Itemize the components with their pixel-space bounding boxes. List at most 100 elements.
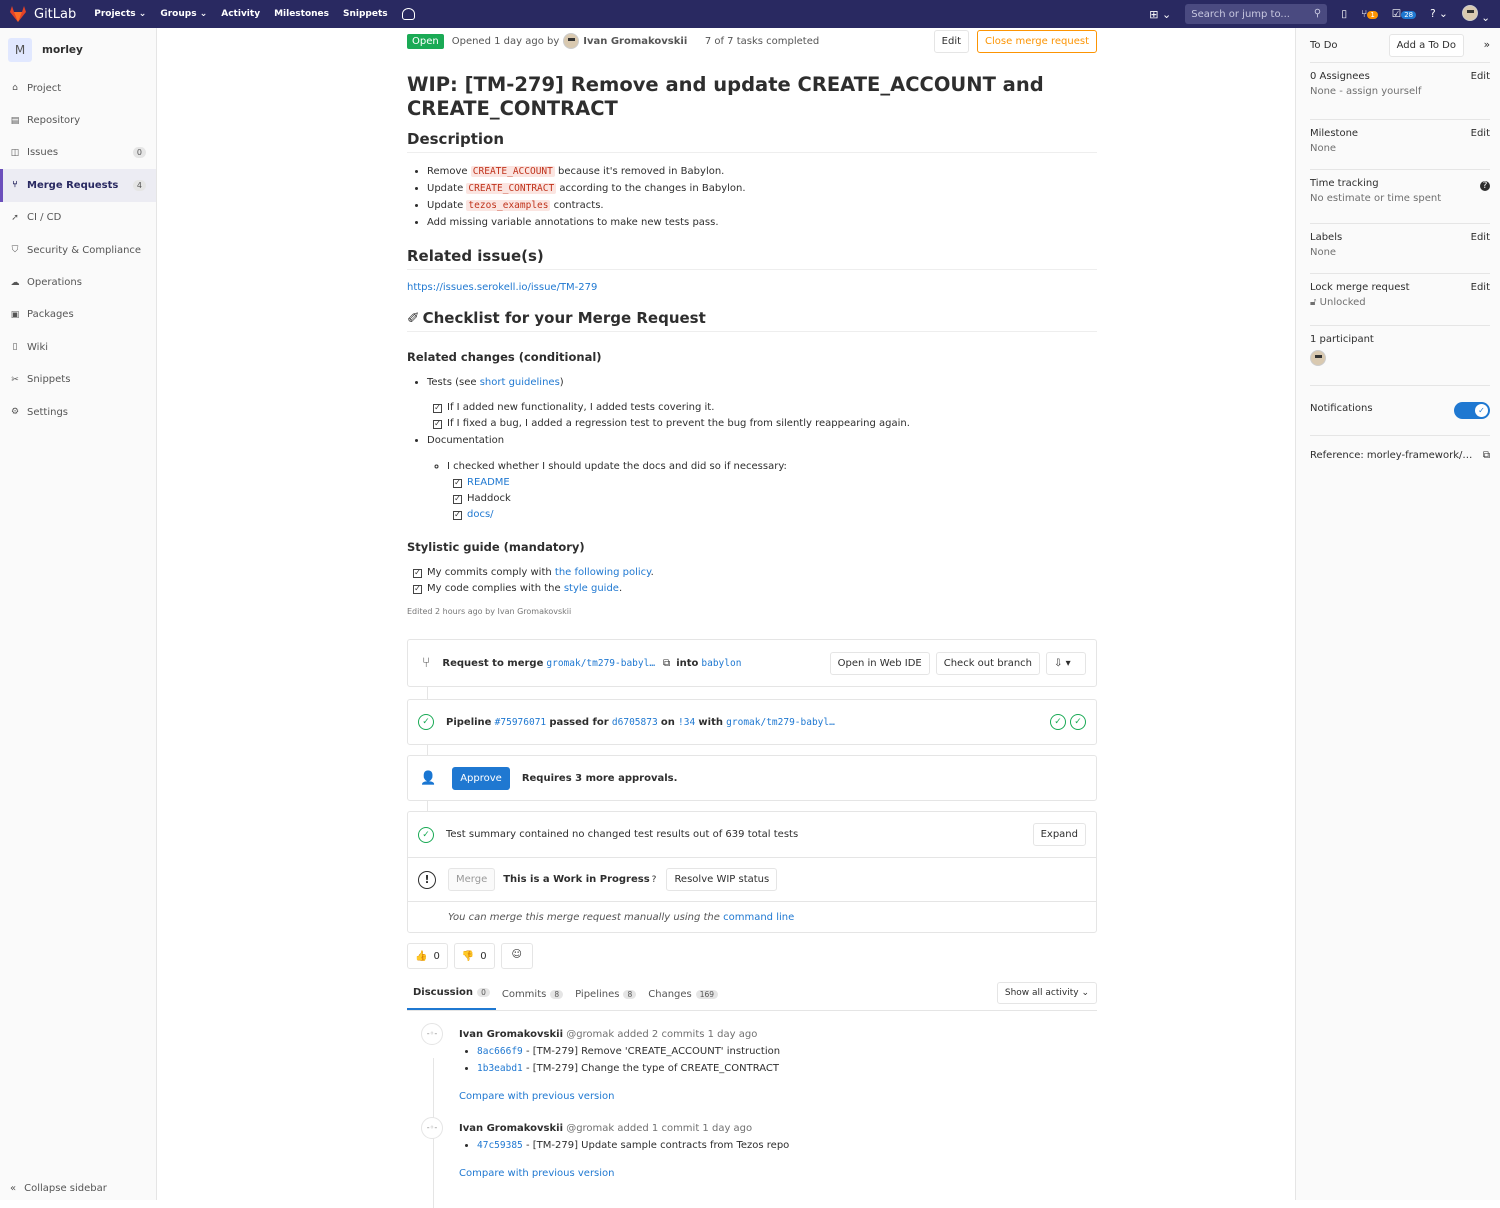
sidebar-item-ci-cd[interactable]: ➚ CI / CD (0, 202, 156, 234)
tab-pipelines[interactable]: Pipelines 8 (569, 989, 642, 1010)
compare-version-link[interactable]: Compare with previous version (459, 1091, 615, 1102)
sidebar-item-operations[interactable]: ☁ Operations (0, 266, 156, 298)
sidebar-item-snippets[interactable]: ✂ Snippets (0, 364, 156, 396)
checkbox-checked[interactable]: ✓ (453, 510, 462, 520)
expand-button[interactable]: Expand (1032, 823, 1086, 846)
sidebar-item-security[interactable]: ⛉ Security & Compliance (0, 234, 156, 266)
nav-milestones[interactable]: Milestones (274, 9, 329, 19)
todos-nav-icon[interactable]: ☑ 28 (1392, 8, 1417, 20)
compare-version-link[interactable]: Compare with previous version (459, 1168, 615, 1179)
activity-filter-dropdown[interactable]: Show all activity ⌄ (996, 982, 1097, 1004)
unlock-icon: 🔓︎ (1310, 297, 1317, 308)
new-item-plus-icon[interactable]: ⊞ ⌄ (1149, 8, 1171, 21)
checkbox-checked[interactable]: ✓ (453, 494, 462, 504)
tab-commits[interactable]: Commits 8 (496, 989, 569, 1010)
search-input[interactable]: Search or jump to... ⚲ (1185, 4, 1328, 24)
task-item[interactable]: ✓ README (453, 475, 1097, 491)
copy-reference-icon[interactable]: ⧉ (1483, 450, 1490, 461)
notifications-toggle[interactable]: ✓ (1454, 402, 1490, 419)
approve-button[interactable]: Approve (452, 766, 510, 790)
related-issue-link[interactable]: https://issues.serokell.io/issue/TM-279 (407, 282, 597, 293)
commit-sha-link[interactable]: 8ac666f9 (477, 1046, 523, 1057)
readme-link[interactable]: README (467, 475, 510, 491)
task-item[interactable]: ✓ If I added new functionality, I added t… (433, 400, 1097, 416)
participant-avatar[interactable] (1310, 350, 1326, 366)
style-guide-link[interactable]: style guide (564, 583, 619, 594)
tab-changes[interactable]: Changes 169 (642, 989, 724, 1010)
policy-link[interactable]: the following policy (555, 567, 651, 578)
task-item[interactable]: ✓ My commits comply with the following po… (413, 565, 1097, 581)
collapse-right-sidebar-icon[interactable]: » (1484, 39, 1490, 51)
open-web-ide-button[interactable]: Open in Web IDE (829, 651, 930, 675)
sidebar-toggle-icon[interactable]: ▯ (1341, 8, 1347, 20)
edit-milestone-link[interactable]: Edit (1471, 128, 1490, 139)
help-icon[interactable]: ? (652, 875, 657, 885)
pipeline-link[interactable]: #75976071 (495, 717, 546, 728)
checkbox-checked[interactable]: ✓ (413, 568, 422, 578)
guidelines-link[interactable]: short guidelines (480, 377, 560, 388)
tab-discussion[interactable]: Discussion 0 (407, 987, 496, 1010)
nav-projects[interactable]: Projects ⌄ (94, 9, 146, 19)
sidebar-item-merge-requests[interactable]: ⑂ Merge Requests 4 (0, 169, 156, 202)
resolve-wip-button[interactable]: Resolve WIP status (666, 868, 778, 891)
download-dropdown-button[interactable]: ⇩ ▾ (1046, 651, 1086, 675)
note-author[interactable]: Ivan Gromakovskii (459, 1123, 563, 1134)
pipeline-passed-icon[interactable]: ✓ (418, 714, 434, 730)
task-item[interactable]: ✓ docs/ (453, 507, 1097, 523)
sidebar-item-repository[interactable]: ▤ Repository (0, 104, 156, 136)
sidebar-item-packages[interactable]: ▣ Packages (0, 299, 156, 331)
collapse-sidebar-button[interactable]: «Collapse sidebar (10, 1183, 107, 1194)
note-author[interactable]: Ivan Gromakovskii (459, 1029, 563, 1040)
commit-sha-link[interactable]: 1b3eabd1 (477, 1063, 523, 1074)
dashboard-gauge-icon[interactable] (401, 8, 415, 20)
caret-down-icon: ▾ (1065, 657, 1071, 669)
author-link[interactable]: Ivan Gromakovskii (583, 36, 687, 47)
command-line-link[interactable]: command line (723, 912, 794, 923)
sidebar-item-settings[interactable]: ⚙ Settings (0, 396, 156, 428)
checkbox-checked[interactable]: ✓ (433, 419, 442, 429)
commit-link[interactable]: d6705873 (612, 717, 658, 728)
user-avatar-menu[interactable]: ⌄ (1461, 4, 1490, 24)
edit-button[interactable]: Edit (933, 29, 970, 53)
nav-activity[interactable]: Activity (221, 9, 260, 19)
task-item[interactable]: ✓ Haddock (453, 491, 1097, 507)
nav-groups[interactable]: Groups ⌄ (160, 9, 207, 19)
copy-branch-icon[interactable]: ⧉ (663, 658, 670, 669)
add-reaction-button[interactable]: ☺ (500, 943, 533, 969)
help-icon[interactable]: ? ⌄ (1430, 8, 1448, 20)
gitlab-logo[interactable]: GitLab (8, 5, 76, 23)
close-merge-request-button[interactable]: Close merge request (977, 29, 1097, 53)
mr-link[interactable]: !34 (678, 717, 695, 728)
branch-link[interactable]: gromak/tm279-babyl… (726, 717, 835, 728)
edit-labels-link[interactable]: Edit (1471, 232, 1490, 243)
docs-link[interactable]: docs/ (467, 507, 494, 523)
check-out-branch-button[interactable]: Check out branch (935, 651, 1040, 675)
edit-lock-link[interactable]: Edit (1471, 282, 1490, 293)
stage-passed-icon[interactable]: ✓ (1050, 714, 1066, 730)
help-icon[interactable]: ? (1480, 181, 1490, 191)
nav-snippets[interactable]: Snippets (343, 9, 388, 19)
thumbs-up-button[interactable]: 👍 0 (407, 943, 448, 969)
project-header[interactable]: M morley (0, 28, 156, 72)
merge-requests-nav-icon[interactable]: ⑂ 1 (1361, 8, 1378, 20)
sidebar-item-issues[interactable]: ◫ Issues 0 (0, 137, 156, 169)
thumbs-down-button[interactable]: 👎 0 (453, 943, 495, 969)
sidebar-item-project[interactable]: ⌂ Project (0, 72, 156, 104)
author-avatar[interactable] (563, 33, 580, 49)
stage-passed-icon[interactable]: ✓ (1070, 714, 1086, 730)
mr-header: Open Opened 1 day ago by Ivan Gromakovski… (407, 28, 1097, 54)
sidebar-item-wiki[interactable]: ▯ Wiki (0, 331, 156, 363)
task-item[interactable]: ✓ My code complies with the style guide. (413, 581, 1097, 597)
assign-yourself-link[interactable]: None - assign yourself (1310, 86, 1490, 97)
target-branch-link[interactable]: babylon (701, 658, 741, 669)
related-issues-heading: Related issue(s) (407, 247, 1097, 270)
checkbox-checked[interactable]: ✓ (433, 403, 442, 413)
merge-button[interactable]: Merge (448, 868, 496, 891)
checkbox-checked[interactable]: ✓ (413, 584, 422, 594)
add-todo-button[interactable]: Add a To Do (1388, 33, 1464, 57)
edit-assignees-link[interactable]: Edit (1471, 71, 1490, 82)
commit-sha-link[interactable]: 47c59385 (477, 1140, 523, 1151)
task-item[interactable]: ✓ If I fixed a bug, I added a regression … (433, 416, 1097, 432)
checkbox-checked[interactable]: ✓ (453, 478, 462, 488)
source-branch-link[interactable]: gromak/tm279-babyl… (546, 658, 655, 669)
